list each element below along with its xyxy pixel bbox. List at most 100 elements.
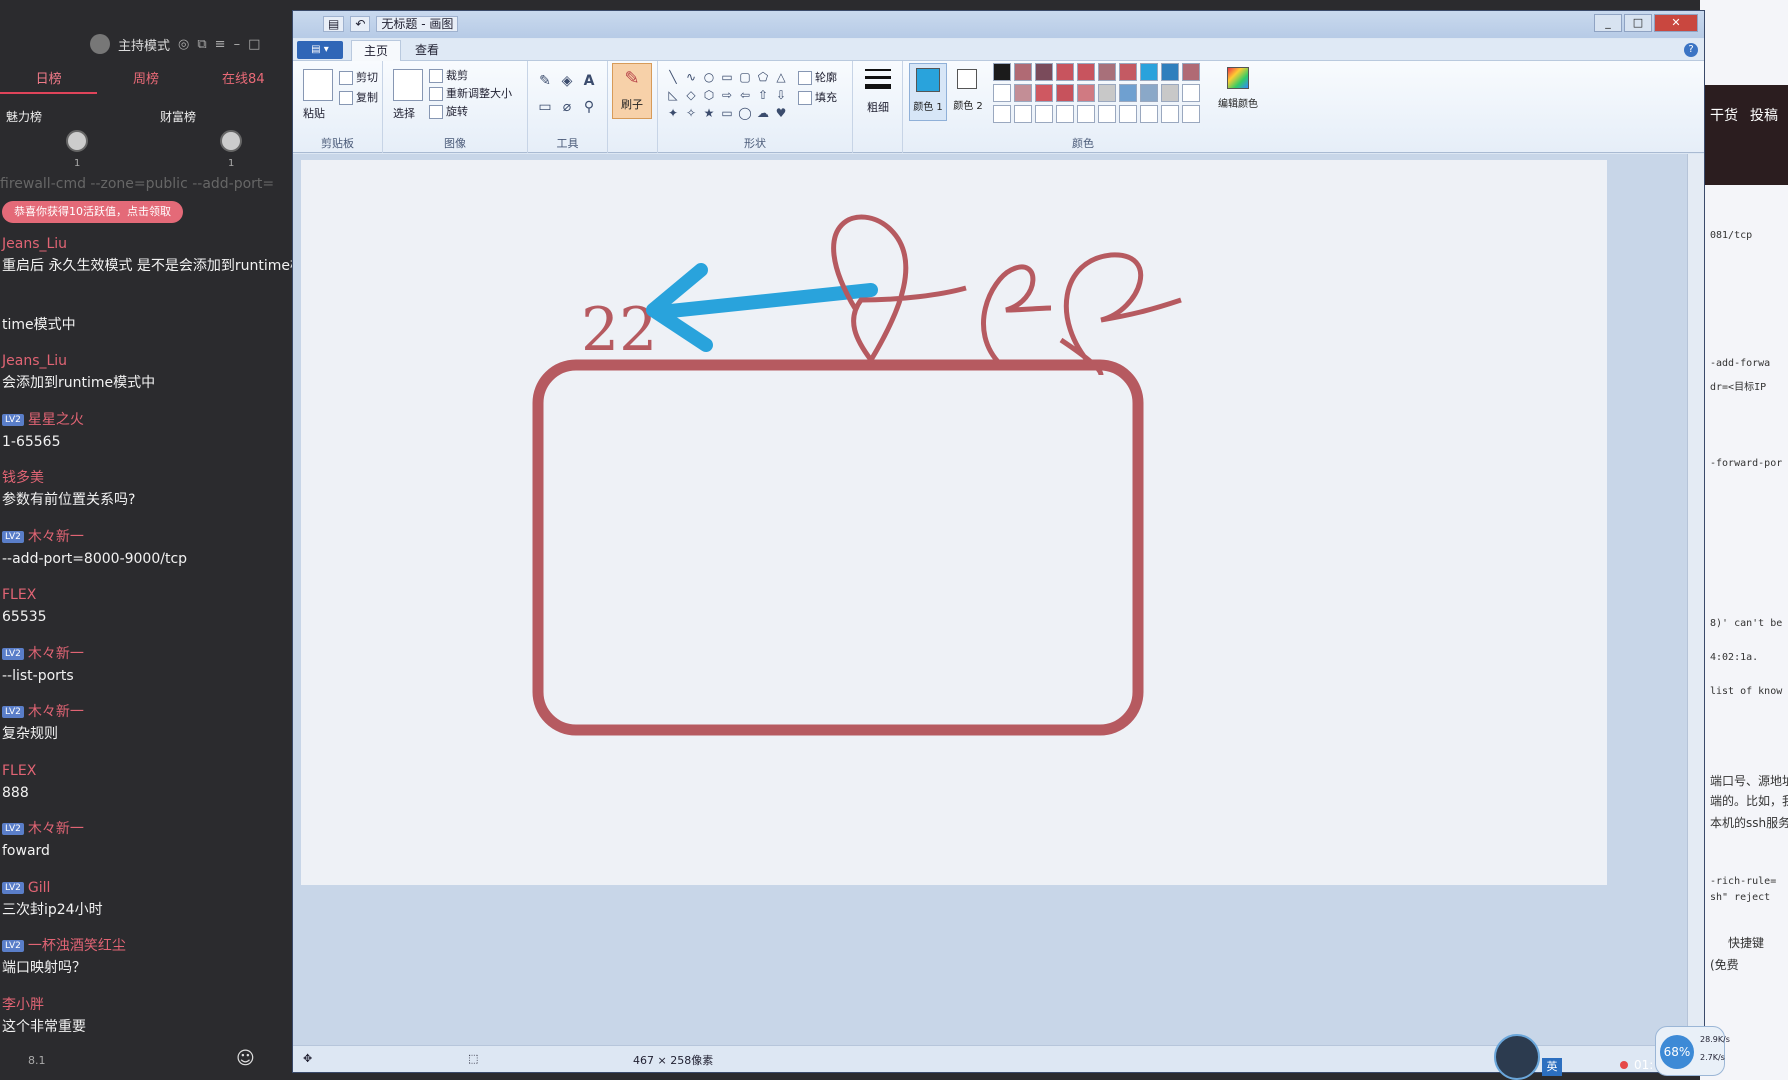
color1-button[interactable]: 颜色 1 [909,63,947,121]
chat-username[interactable]: LV2 一杯浊酒笑红尘 [2,935,292,957]
wealth-rank-avatar[interactable] [220,130,242,152]
menu-icon[interactable]: ≡ [215,37,226,52]
text-icon[interactable]: A [582,74,596,88]
shape-tool-icon[interactable]: ✧ [684,107,698,119]
palette-swatch[interactable] [1140,105,1158,123]
shape-tool-icon[interactable]: ▭ [720,107,734,119]
shape-tool-icon[interactable]: ○ [702,71,716,83]
shape-tool-icon[interactable]: ⇨ [720,89,734,101]
resize-button[interactable]: 重新调整大小 [429,85,512,101]
palette-swatch[interactable] [1182,63,1200,81]
shape-tool-icon[interactable]: ▭ [720,71,734,83]
wealth-rank-label[interactable]: 财富榜 [160,108,196,125]
settings-icon[interactable]: ◎ [178,37,189,52]
palette-swatch[interactable] [1119,84,1137,102]
chat-username[interactable]: FLEX [2,760,292,782]
palette-swatch[interactable] [1098,63,1116,81]
ime-indicator[interactable]: 英 [1542,1058,1562,1076]
magnifier-icon[interactable]: ⚲ [582,100,596,114]
tab-daily[interactable]: 日榜 [0,68,98,94]
chat-username[interactable]: FLEX [2,584,292,606]
shape-tool-icon[interactable]: ✦ [666,107,680,119]
nav-item-dry[interactable]: 干货 [1710,105,1738,125]
eraser-icon[interactable]: ▭ [538,100,552,114]
size-group[interactable]: 粗细 [853,61,903,153]
paste-icon[interactable] [303,69,333,101]
copy-button[interactable]: 复制 [339,89,378,105]
shape-tool-icon[interactable]: ♥ [774,107,788,119]
chat-username[interactable]: LV2 木々新一 [2,818,292,840]
palette-swatch[interactable] [1119,105,1137,123]
chat-username[interactable]: LV2 木々新一 [2,701,292,723]
maximize-button[interactable]: □ [1624,14,1652,32]
palette-swatch[interactable] [1056,63,1074,81]
palette-swatch[interactable] [1014,105,1032,123]
palette-swatch[interactable] [1035,63,1053,81]
cut-button[interactable]: 剪切 [339,69,378,85]
palette-swatch[interactable] [1077,84,1095,102]
drawing-canvas[interactable]: 22 [301,160,1607,885]
palette-swatch[interactable] [993,84,1011,102]
nav-item-submit[interactable]: 投稿 [1750,105,1778,125]
shape-tool-icon[interactable]: ▢ [738,71,752,83]
emoji-icon[interactable]: ☺ [236,1048,255,1069]
palette-swatch[interactable] [1035,84,1053,102]
chat-username[interactable]: 李小胖 [2,994,292,1016]
shape-tool-icon[interactable]: △ [774,71,788,83]
chat-username[interactable]: LV2 木々新一 [2,643,292,665]
minimize-button[interactable]: _ [1594,14,1622,32]
chat-username[interactable] [2,292,292,314]
shape-tool-icon[interactable]: ☁ [756,107,770,119]
chat-username[interactable]: LV2 Gill [2,877,292,899]
palette-swatch[interactable] [1119,63,1137,81]
shape-tool-icon[interactable]: ◇ [684,89,698,101]
palette-swatch[interactable] [1098,84,1116,102]
tab-online[interactable]: 在线84 [195,68,292,94]
shape-tool-icon[interactable]: ⬡ [702,89,716,101]
palette-swatch[interactable] [993,105,1011,123]
palette-swatch[interactable] [1182,84,1200,102]
paste-button[interactable]: 粘贴 [303,105,325,121]
chat-username[interactable]: Jeans_Liu [2,350,292,372]
close-button[interactable]: ✕ [1654,14,1698,32]
edit-colors-button[interactable]: 编辑颜色 [1215,63,1261,121]
select-icon[interactable] [393,69,423,101]
palette-swatch[interactable] [1182,105,1200,123]
shape-tool-icon[interactable]: ⇦ [738,89,752,101]
palette-swatch[interactable] [1161,105,1179,123]
save-icon[interactable]: ▤ [323,16,345,32]
outline-button[interactable]: 轮廓 [798,69,837,85]
palette-swatch[interactable] [1161,63,1179,81]
chat-username[interactable]: LV2 星星之火 [2,409,292,431]
shortcut-link[interactable]: 快捷键 [1728,934,1764,951]
network-monitor-widget[interactable]: 68% 28.9K/s 2.7K/s [1655,1026,1730,1076]
pencil-icon[interactable]: ✎ [538,74,552,88]
maximize-icon[interactable]: □ [248,37,260,52]
palette-swatch[interactable] [993,63,1011,81]
fill-icon[interactable]: ◈ [560,74,574,88]
color2-button[interactable]: 颜色 2 [949,63,987,121]
minimize-icon[interactable]: – [234,37,241,52]
select-button[interactable]: 选择 [393,105,415,121]
tab-home[interactable]: 主页 [351,40,402,61]
tab-view[interactable]: 查看 [403,40,451,61]
brushes-button[interactable]: ✎ 刷子 [612,63,652,119]
rotate-button[interactable]: 旋转 [429,103,468,119]
palette-swatch[interactable] [1035,105,1053,123]
palette-swatch[interactable] [1098,105,1116,123]
palette-swatch[interactable] [1014,63,1032,81]
palette-swatch[interactable] [1140,84,1158,102]
color-picker-icon[interactable]: ⌀ [560,100,574,114]
gift-banner[interactable]: 恭喜你获得10活跃值，点击领取 [2,201,183,223]
host-mode[interactable]: 主持模式 ◎ ⧉ ≡ – □ [90,34,260,54]
palette-swatch[interactable] [1056,105,1074,123]
vertical-scrollbar[interactable] [1687,154,1704,1046]
palette-swatch[interactable] [1077,105,1095,123]
shape-tool-icon[interactable]: ◯ [738,107,752,119]
help-icon[interactable]: ? [1684,43,1698,57]
crop-button[interactable]: 裁剪 [429,67,468,83]
chat-username[interactable]: 钱多美 [2,467,292,489]
palette-swatch[interactable] [1077,63,1095,81]
file-menu-button[interactable]: ▤ ▾ [297,41,343,59]
shape-tool-icon[interactable]: ⇧ [756,89,770,101]
